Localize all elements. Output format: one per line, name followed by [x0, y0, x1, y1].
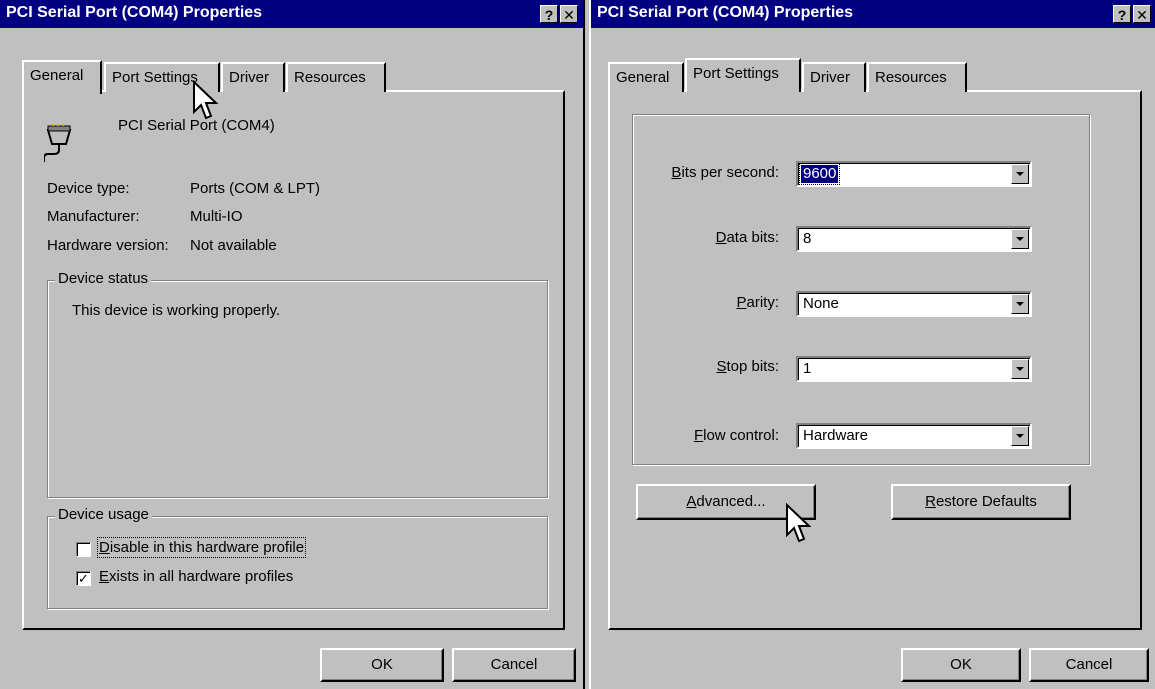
exists-all-profiles-label[interactable]: Exists in all hardware profiles: [99, 568, 293, 585]
label-text: its per second:: [681, 164, 779, 181]
serial-port-icon: [44, 124, 72, 162]
tab-label: Resources: [875, 69, 947, 86]
properties-dialog-general: PCI Serial Port (COM4) Properties ? ✕ Ge…: [0, 0, 585, 689]
mnemonic-letter: B: [671, 164, 682, 181]
tab-label: Driver: [810, 69, 850, 86]
tab-resources[interactable]: Resources: [286, 62, 386, 92]
device-status-legend: Device status: [55, 270, 152, 287]
disable-profile-label[interactable]: Disable in this hardware profile: [96, 537, 307, 558]
tab-general[interactable]: General: [22, 60, 102, 94]
parity-select[interactable]: None: [796, 291, 1032, 317]
restore-defaults-button[interactable]: Restore Defaults: [891, 484, 1071, 520]
dropdown-arrow-icon[interactable]: [1011, 229, 1029, 249]
selected-value: None: [803, 295, 839, 312]
selected-value: 8: [803, 230, 812, 247]
tab-label: Port Settings: [693, 65, 779, 82]
button-label: OK: [950, 656, 972, 673]
hardware-version-label: Hardware version:: [47, 237, 169, 254]
label-text: top bits:: [726, 358, 779, 375]
mnemonic-letter: E: [99, 568, 110, 585]
dropdown-arrow-icon[interactable]: [1011, 359, 1029, 379]
device-status-text: This device is working properly.: [72, 302, 281, 319]
device-type-label: Device type:: [47, 180, 130, 197]
hardware-version-value: Not available: [190, 237, 277, 254]
label-text: isable in this hardware profile: [109, 539, 305, 556]
title-bar[interactable]: PCI Serial Port (COM4) Properties ? ✕: [0, 0, 583, 28]
help-button[interactable]: ?: [1113, 5, 1131, 23]
help-button[interactable]: ?: [540, 5, 558, 23]
flow-control-select[interactable]: Hardware: [796, 423, 1032, 449]
data-bits-label: Data bits:: [716, 229, 779, 246]
button-label: Cancel: [1065, 656, 1113, 673]
mnemonic-letter: F: [693, 427, 704, 444]
disable-profile-checkbox[interactable]: [76, 542, 91, 557]
cancel-button[interactable]: Cancel: [1029, 648, 1149, 682]
button-label: dvanced...: [696, 493, 766, 510]
mnemonic-letter: A: [686, 493, 697, 510]
selected-value: 1: [803, 360, 812, 377]
device-usage-group: [47, 516, 548, 609]
ok-button[interactable]: OK: [320, 648, 444, 682]
manufacturer-label: Manufacturer:: [47, 208, 140, 225]
cancel-button[interactable]: Cancel: [452, 648, 576, 682]
window-title: PCI Serial Port (COM4) Properties: [597, 4, 854, 21]
tab-driver[interactable]: Driver: [221, 62, 285, 92]
tab-label: General: [30, 67, 84, 84]
tab-resources[interactable]: Resources: [867, 62, 967, 92]
close-button[interactable]: ✕: [560, 5, 578, 23]
parity-label: Parity:: [736, 294, 779, 311]
stop-bits-label: Stop bits:: [716, 358, 779, 375]
button-label: Cancel: [490, 656, 538, 673]
device-usage-legend: Device usage: [55, 506, 152, 523]
label-text: xists in all hardware profiles: [109, 568, 294, 585]
window-title: PCI Serial Port (COM4) Properties: [6, 4, 263, 21]
tab-port-settings[interactable]: Port Settings: [685, 58, 801, 92]
device-type-value: Ports (COM & LPT): [190, 180, 321, 197]
dropdown-arrow-icon[interactable]: [1011, 164, 1029, 184]
mnemonic-letter: D: [715, 229, 727, 246]
tab-label: Port Settings: [112, 69, 198, 86]
dropdown-arrow-icon[interactable]: [1011, 426, 1029, 446]
stop-bits-select[interactable]: 1: [796, 356, 1032, 382]
mouse-pointer-icon: [786, 503, 812, 543]
tab-label: Driver: [229, 69, 269, 86]
properties-dialog-port-settings: PCI Serial Port (COM4) Properties ? ✕ Ge…: [589, 0, 1155, 689]
mnemonic-letter: R: [925, 493, 936, 510]
ok-button[interactable]: OK: [901, 648, 1021, 682]
mnemonic-letter: D: [99, 539, 110, 556]
exists-all-profiles-checkbox[interactable]: ✓: [76, 571, 91, 586]
flow-control-label: Flow control:: [694, 427, 779, 444]
tab-label: General: [616, 69, 670, 86]
close-button[interactable]: ✕: [1133, 5, 1151, 23]
label-text: low control:: [703, 427, 779, 444]
data-bits-select[interactable]: 8: [796, 226, 1032, 252]
title-bar[interactable]: PCI Serial Port (COM4) Properties ? ✕: [591, 0, 1155, 28]
tab-label: Resources: [294, 69, 366, 86]
manufacturer-value: Multi-IO: [190, 208, 243, 225]
mouse-pointer-icon: [193, 80, 219, 120]
label-text: ata bits:: [726, 229, 779, 246]
dropdown-arrow-icon[interactable]: [1011, 294, 1029, 314]
tab-general[interactable]: General: [608, 62, 684, 92]
bits-per-second-select[interactable]: 9600: [796, 161, 1032, 187]
button-label: OK: [371, 656, 393, 673]
bits-per-second-label: Bits per second:: [671, 164, 779, 181]
mnemonic-letter: S: [716, 358, 727, 375]
selected-value: Hardware: [803, 427, 869, 444]
tab-driver[interactable]: Driver: [802, 62, 866, 92]
button-label: estore Defaults: [935, 493, 1037, 510]
mnemonic-letter: P: [736, 294, 747, 311]
selected-value: 9600: [798, 163, 841, 185]
label-text: arity:: [746, 294, 779, 311]
